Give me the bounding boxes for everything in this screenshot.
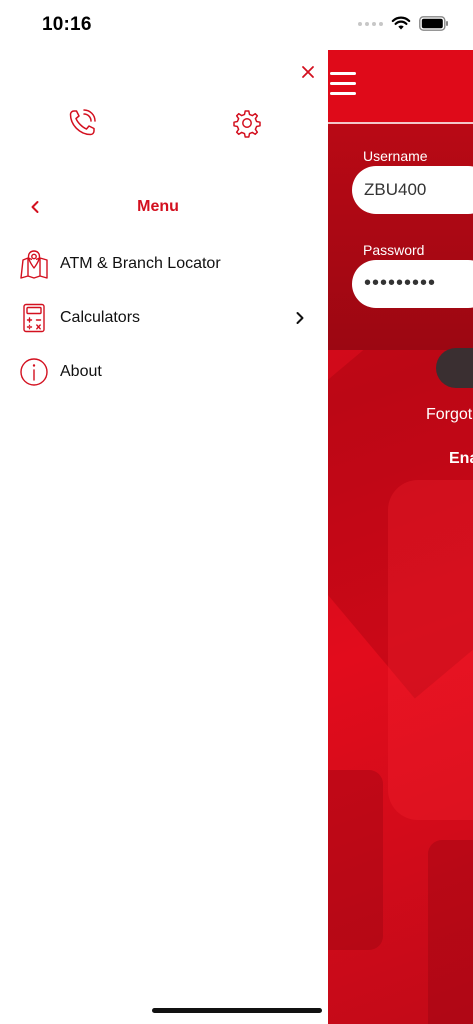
settings-button[interactable]	[230, 106, 264, 140]
hamburger-menu-icon[interactable]	[330, 72, 356, 98]
menu-item-label: ATM & Branch Locator	[60, 255, 221, 272]
menu-item-atm-branch-locator[interactable]: ATM & Branch Locator	[0, 238, 328, 292]
menu-item-calculators[interactable]: Calculators	[0, 292, 328, 346]
status-indicators	[358, 16, 449, 31]
enable-link[interactable]: Ena	[449, 450, 473, 468]
username-field[interactable]: ZBU400	[352, 166, 473, 214]
login-panel: Username ZBU400 Password •••••••••	[328, 124, 473, 350]
menu-item-label: Calculators	[60, 309, 141, 326]
call-button[interactable]	[65, 106, 99, 140]
menu-header: Menu	[0, 190, 328, 224]
bg-shape	[388, 480, 473, 820]
app-header	[328, 50, 473, 124]
battery-icon	[419, 16, 448, 31]
side-drawer: Menu ATM & Branch Locator Calculators Ab…	[0, 50, 328, 1024]
login-button[interactable]	[436, 348, 473, 388]
menu-title: Menu	[137, 198, 179, 215]
menu-item-label: About	[60, 363, 102, 380]
forgot-link[interactable]: Forgot	[426, 406, 472, 424]
menu-list: ATM & Branch Locator Calculators About	[0, 238, 328, 400]
password-label: Password	[363, 242, 425, 258]
status-bar: 10:16	[0, 0, 473, 50]
chevron-right-icon	[290, 306, 310, 330]
menu-item-about[interactable]: About	[0, 346, 328, 400]
status-time: 10:16	[42, 14, 92, 35]
cellular-signal-icon	[358, 21, 383, 26]
username-label: Username	[363, 148, 428, 164]
close-icon	[302, 66, 314, 78]
username-value: ZBU400	[364, 180, 427, 199]
gear-icon	[233, 110, 261, 138]
login-screen-background: Username ZBU400 Password ••••••••• Forgo…	[328, 50, 473, 1024]
calculator-icon	[18, 301, 50, 335]
bg-shape	[428, 840, 473, 1024]
map-pin-icon	[18, 247, 50, 281]
home-indicator[interactable]	[152, 1008, 322, 1013]
phone-icon	[69, 109, 96, 136]
wifi-icon	[391, 16, 411, 30]
info-icon	[18, 355, 50, 389]
password-field[interactable]: •••••••••	[352, 260, 473, 308]
bg-shape	[328, 770, 383, 950]
close-button[interactable]	[296, 60, 320, 84]
password-value: •••••••••	[364, 272, 437, 294]
